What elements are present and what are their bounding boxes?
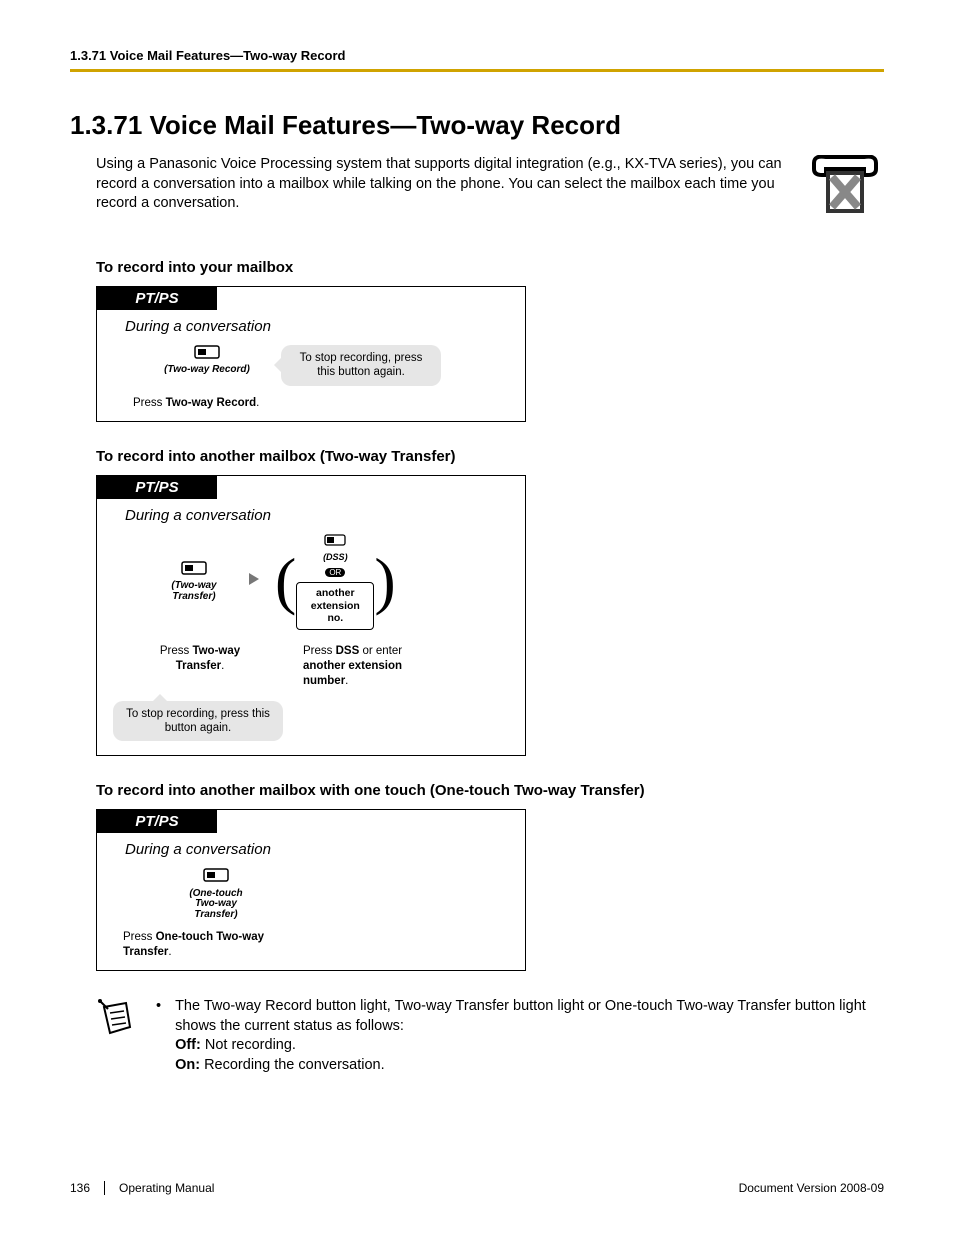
caption-1: Press Two-way Record.	[133, 396, 525, 411]
arrow-icon	[247, 571, 261, 592]
page-number: 136	[70, 1181, 105, 1195]
button-key-icon	[203, 868, 229, 882]
or-pill: OR	[325, 568, 345, 577]
during-label-2: During a conversation	[125, 507, 525, 524]
manual-name: Operating Manual	[119, 1181, 214, 1195]
procedure-card-2: PT/PS During a conversation (Two-way Tra…	[96, 475, 526, 757]
dss-option: (DSS)	[296, 534, 374, 562]
button-key-icon	[194, 345, 220, 359]
section-title: 1.3.71 Voice Mail Features—Two-way Recor…	[70, 110, 884, 141]
stop-callout-1: To stop recording, press this button aga…	[281, 345, 441, 386]
phone-x-icon	[806, 155, 884, 221]
subheading-onetouch: To record into another mailbox with one …	[96, 782, 884, 799]
running-header: 1.3.71 Voice Mail Features—Two-way Recor…	[70, 48, 884, 63]
procedure-card-1: PT/PS During a conversation (Two-way Rec…	[96, 286, 526, 422]
header-rule	[70, 69, 884, 72]
doc-version: Document Version 2008-09	[739, 1181, 884, 1195]
note-bullet: • The Two-way Record button light, Two-w…	[156, 997, 884, 1075]
ext-no-option: anotherextension no.	[296, 582, 374, 630]
card-tab-3: PT/PS	[97, 810, 217, 833]
button-key-icon	[181, 561, 207, 575]
brace-left-icon: (	[275, 559, 296, 604]
caption-2a: Press Two-way Transfer.	[145, 644, 255, 674]
card-tab-1: PT/PS	[97, 287, 217, 310]
subheading-record-your: To record into your mailbox	[96, 259, 884, 276]
stop-callout-2: To stop recording, press this button aga…	[113, 701, 283, 742]
brace-right-icon: )	[374, 559, 395, 604]
note-text: The Two-way Record button light, Two-way…	[175, 998, 866, 1034]
subheading-record-another: To record into another mailbox (Two-way …	[96, 448, 884, 465]
button-label-3: (One-touch Two-way Transfer)	[181, 889, 251, 921]
button-label-1: (Two-way Record)	[157, 365, 257, 376]
intro-paragraph: Using a Panasonic Voice Processing syste…	[96, 155, 788, 214]
during-label-1: During a conversation	[125, 318, 525, 335]
procedure-card-3: PT/PS During a conversation (One-touch T…	[96, 809, 526, 971]
caption-3: Press One-touch Two-way Transfer.	[123, 930, 273, 960]
button-label-2: (Two-way Transfer)	[149, 581, 239, 602]
during-label-3: During a conversation	[125, 841, 525, 858]
caption-2b: Press DSS or enter another extension num…	[303, 644, 443, 689]
note-icon	[96, 997, 138, 1039]
card-tab-2: PT/PS	[97, 476, 217, 499]
page-footer: 136 Operating Manual Document Version 20…	[70, 1181, 884, 1195]
